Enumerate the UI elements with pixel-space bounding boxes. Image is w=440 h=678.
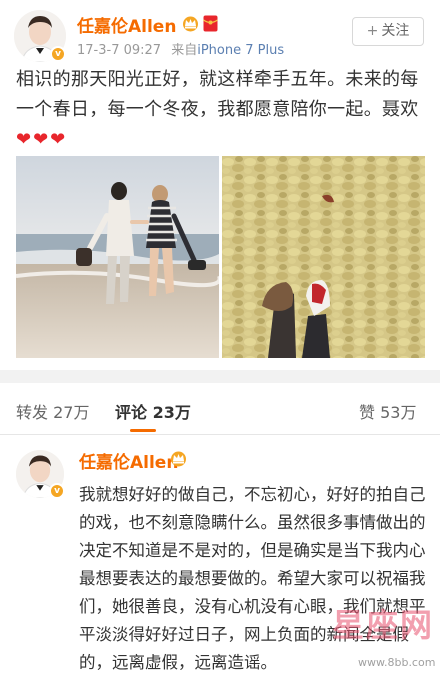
interaction-tabbar: 转发 27万 评论 23万 赞 53万: [0, 383, 440, 435]
beach-couple-photo[interactable]: [16, 156, 219, 358]
tab-reposts[interactable]: 转发 27万: [16, 399, 89, 423]
tab-comments[interactable]: 评论 23万: [115, 399, 191, 423]
crown-icon: [183, 16, 198, 32]
comment-verified-badge: v: [49, 483, 65, 499]
ginkgo-photo-image: [222, 156, 425, 358]
post-device-link[interactable]: iPhone 7 Plus: [197, 43, 284, 58]
weibo-post: v 任嘉伦Allen 17-3-7 09:27 来自iPhone 7 Plus …: [0, 0, 440, 370]
follow-label: 关注: [381, 23, 410, 39]
post-source-prefix: 来自: [171, 43, 198, 58]
plus-icon: +: [366, 23, 379, 39]
tab-likes[interactable]: 赞 53万: [359, 399, 416, 423]
post-timestamp: 17-3-7 09:27: [77, 43, 162, 58]
hongbao-icon[interactable]: [203, 15, 218, 32]
watermark-logo: 星座网: [332, 606, 435, 644]
verified-badge: v: [50, 46, 66, 62]
ginkgo-leaves-photo[interactable]: [222, 156, 425, 358]
post-meta: 17-3-7 09:27 来自iPhone 7 Plus: [77, 39, 284, 58]
comment-username[interactable]: 任嘉伦Allen: [79, 448, 178, 473]
post-body: 相识的那天阳光正好，就这样牵手五年。未来的每一个春日，每一个冬夜，我都愿意陪你一…: [16, 69, 419, 120]
comment-text: 我就想好好的做自己，不忘初心，好好的拍自己的戏，也不刻意隐瞒什么。虽然很多事情做…: [79, 485, 426, 672]
post-username[interactable]: 任嘉伦Allen: [77, 12, 176, 37]
post-text: 相识的那天阳光正好，就这样牵手五年。未来的每一个春日，每一个冬夜，我都愿意陪你一…: [16, 65, 426, 155]
comment-crown-icon: [171, 451, 186, 467]
follow-button[interactable]: + 关注: [352, 17, 424, 46]
beach-photo-image: [16, 156, 219, 358]
heart-icons: ❤❤❤: [16, 129, 68, 150]
section-divider: [0, 370, 440, 383]
watermark-url: www.8bb.com: [358, 656, 436, 669]
active-tab-indicator: [130, 429, 156, 432]
